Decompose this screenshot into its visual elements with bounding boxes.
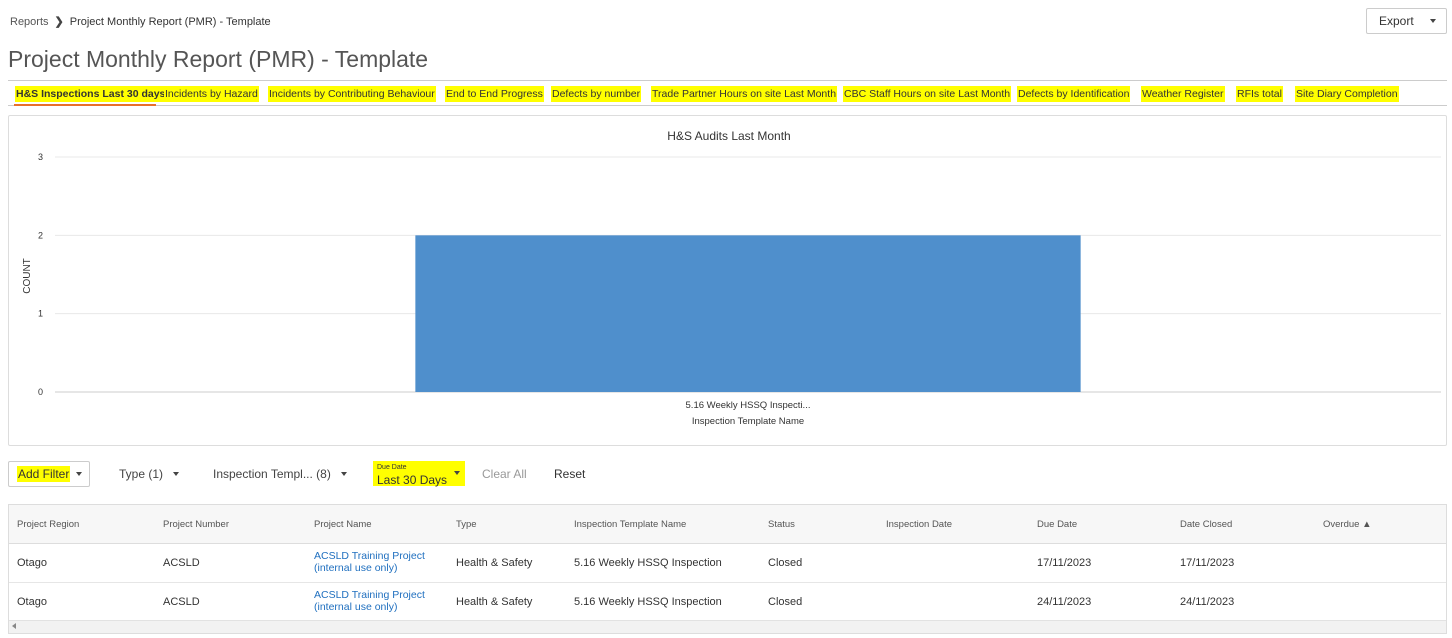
tab-hs-inspections[interactable]: H&S Inspections Last 30 days: [15, 86, 167, 102]
filter-bar: Add Filter Type (1) Inspection Templ... …: [8, 461, 1008, 487]
chart-title: H&S Audits Last Month: [667, 129, 790, 143]
y-tick-label: 0: [38, 387, 43, 397]
column-header[interactable]: Project Name: [314, 519, 372, 530]
project-name-link[interactable]: ACSLD Training Project (internal use onl…: [314, 550, 425, 574]
cell-template: 5.16 Weekly HSSQ Inspection: [574, 596, 722, 608]
page-title: Project Monthly Report (PMR) - Template: [8, 46, 429, 72]
table-row: Otago ACSLD ACSLD Training Project (inte…: [9, 583, 1446, 622]
type-filter[interactable]: Type (1): [119, 467, 180, 481]
results-table: Project Region Project Number Project Na…: [8, 504, 1447, 634]
tab-site-diary-completion[interactable]: Site Diary Completion: [1295, 86, 1399, 102]
chart-panel: H&S Audits Last Month 0 1 2 3 5.16 Weekly H…: [8, 115, 1447, 446]
column-header[interactable]: Status: [768, 519, 795, 530]
project-name-line1: ACSLD Training Project: [314, 550, 425, 562]
project-name-line2: (internal use only): [314, 601, 398, 613]
chevron-down-icon: [454, 471, 460, 475]
project-name-line2: (internal use only): [314, 562, 398, 574]
reset-button[interactable]: Reset: [554, 467, 585, 481]
project-name-link[interactable]: ACSLD Training Project (internal use onl…: [314, 589, 425, 613]
tab-trade-partner-hours[interactable]: Trade Partner Hours on site Last Month: [651, 86, 838, 102]
chevron-down-icon: [173, 472, 180, 476]
breadcrumb-reports-link[interactable]: Reports: [10, 16, 49, 28]
tab-end-to-end-progress[interactable]: End to End Progress: [445, 86, 544, 102]
chevron-down-icon: [76, 472, 83, 476]
cell-project-number: ACSLD: [163, 596, 200, 608]
report-tabs: H&S Inspections Last 30 days Incidents b…: [8, 80, 1447, 106]
cell-region: Otago: [17, 596, 47, 608]
tab-weather-register[interactable]: Weather Register: [1141, 86, 1225, 102]
tab-incidents-by-behaviour[interactable]: Incidents by Contributing Behaviour: [268, 86, 436, 102]
active-tab-indicator: [14, 104, 156, 106]
due-date-filter-value: Last 30 Days: [377, 473, 448, 487]
bar[interactable]: [415, 235, 1081, 392]
column-header[interactable]: Inspection Template Name: [574, 519, 686, 530]
export-label: Export: [1379, 14, 1414, 28]
tab-defects-by-identification[interactable]: Defects by Identification: [1017, 86, 1131, 102]
column-header[interactable]: Project Region: [17, 519, 79, 530]
cell-template: 5.16 Weekly HSSQ Inspection: [574, 557, 722, 569]
cell-type: Health & Safety: [456, 596, 533, 608]
x-tick-label: 5.16 Weekly HSSQ Inspecti...: [686, 400, 811, 411]
cell-date-closed: 17/11/2023: [1180, 557, 1235, 569]
y-axis-label: COUNT: [22, 258, 33, 294]
due-date-filter-label: Due Date: [377, 464, 407, 471]
column-header[interactable]: Inspection Date: [886, 519, 952, 530]
scroll-left-icon[interactable]: [12, 623, 16, 629]
type-filter-label: Type (1): [119, 467, 164, 481]
y-tick-label: 3: [38, 152, 43, 162]
chevron-right-icon: ❯: [54, 16, 64, 28]
chevron-down-icon: [1429, 19, 1436, 23]
cell-due-date: 17/11/2023: [1037, 557, 1092, 569]
clear-all-button[interactable]: Clear All: [482, 467, 527, 481]
add-filter-label: Add Filter: [17, 466, 71, 482]
x-axis-label: Inspection Template Name: [692, 416, 804, 427]
export-button[interactable]: Export: [1366, 8, 1447, 34]
column-header-overdue[interactable]: Overdue ▲: [1323, 519, 1371, 530]
cell-project-number: ACSLD: [163, 557, 200, 569]
project-name-line1: ACSLD Training Project: [314, 589, 425, 601]
bar-chart: H&S Audits Last Month 0 1 2 3 5.16 Weekly H…: [22, 129, 1441, 427]
column-header[interactable]: Type: [456, 519, 477, 530]
tab-defects-by-number[interactable]: Defects by number: [551, 86, 642, 102]
cell-type: Health & Safety: [456, 557, 533, 569]
cell-due-date: 24/11/2023: [1037, 596, 1092, 608]
tab-cbc-staff-hours[interactable]: CBC Staff Hours on site Last Month: [843, 86, 1012, 102]
cell-status: Closed: [768, 557, 803, 569]
tab-incidents-by-hazard[interactable]: Incidents by Hazard: [164, 86, 259, 102]
breadcrumb: Reports ❯ Project Monthly Report (PMR) -…: [10, 15, 271, 29]
y-tick-label: 1: [38, 309, 43, 319]
add-filter-button[interactable]: Add Filter: [8, 461, 90, 487]
table-row: Otago ACSLD ACSLD Training Project (inte…: [9, 544, 1446, 583]
column-header[interactable]: Date Closed: [1180, 519, 1232, 530]
y-tick-label: 2: [38, 230, 43, 240]
cell-status: Closed: [768, 596, 803, 608]
chevron-down-icon: [340, 472, 347, 476]
horizontal-scrollbar[interactable]: [9, 620, 1446, 633]
tab-rfis-total[interactable]: RFIs total: [1236, 86, 1283, 102]
cell-region: Otago: [17, 557, 47, 569]
table-header: Project Region Project Number Project Na…: [9, 505, 1446, 544]
column-header[interactable]: Due Date: [1037, 519, 1077, 530]
due-date-filter[interactable]: Due Date Last 30 Days: [373, 461, 465, 487]
cell-date-closed: 24/11/2023: [1180, 596, 1235, 608]
breadcrumb-current: Project Monthly Report (PMR) - Template: [69, 15, 271, 28]
inspection-template-filter-label: Inspection Templ... (8): [213, 467, 331, 481]
inspection-template-filter[interactable]: Inspection Templ... (8): [213, 467, 347, 481]
column-header[interactable]: Project Number: [163, 519, 229, 530]
